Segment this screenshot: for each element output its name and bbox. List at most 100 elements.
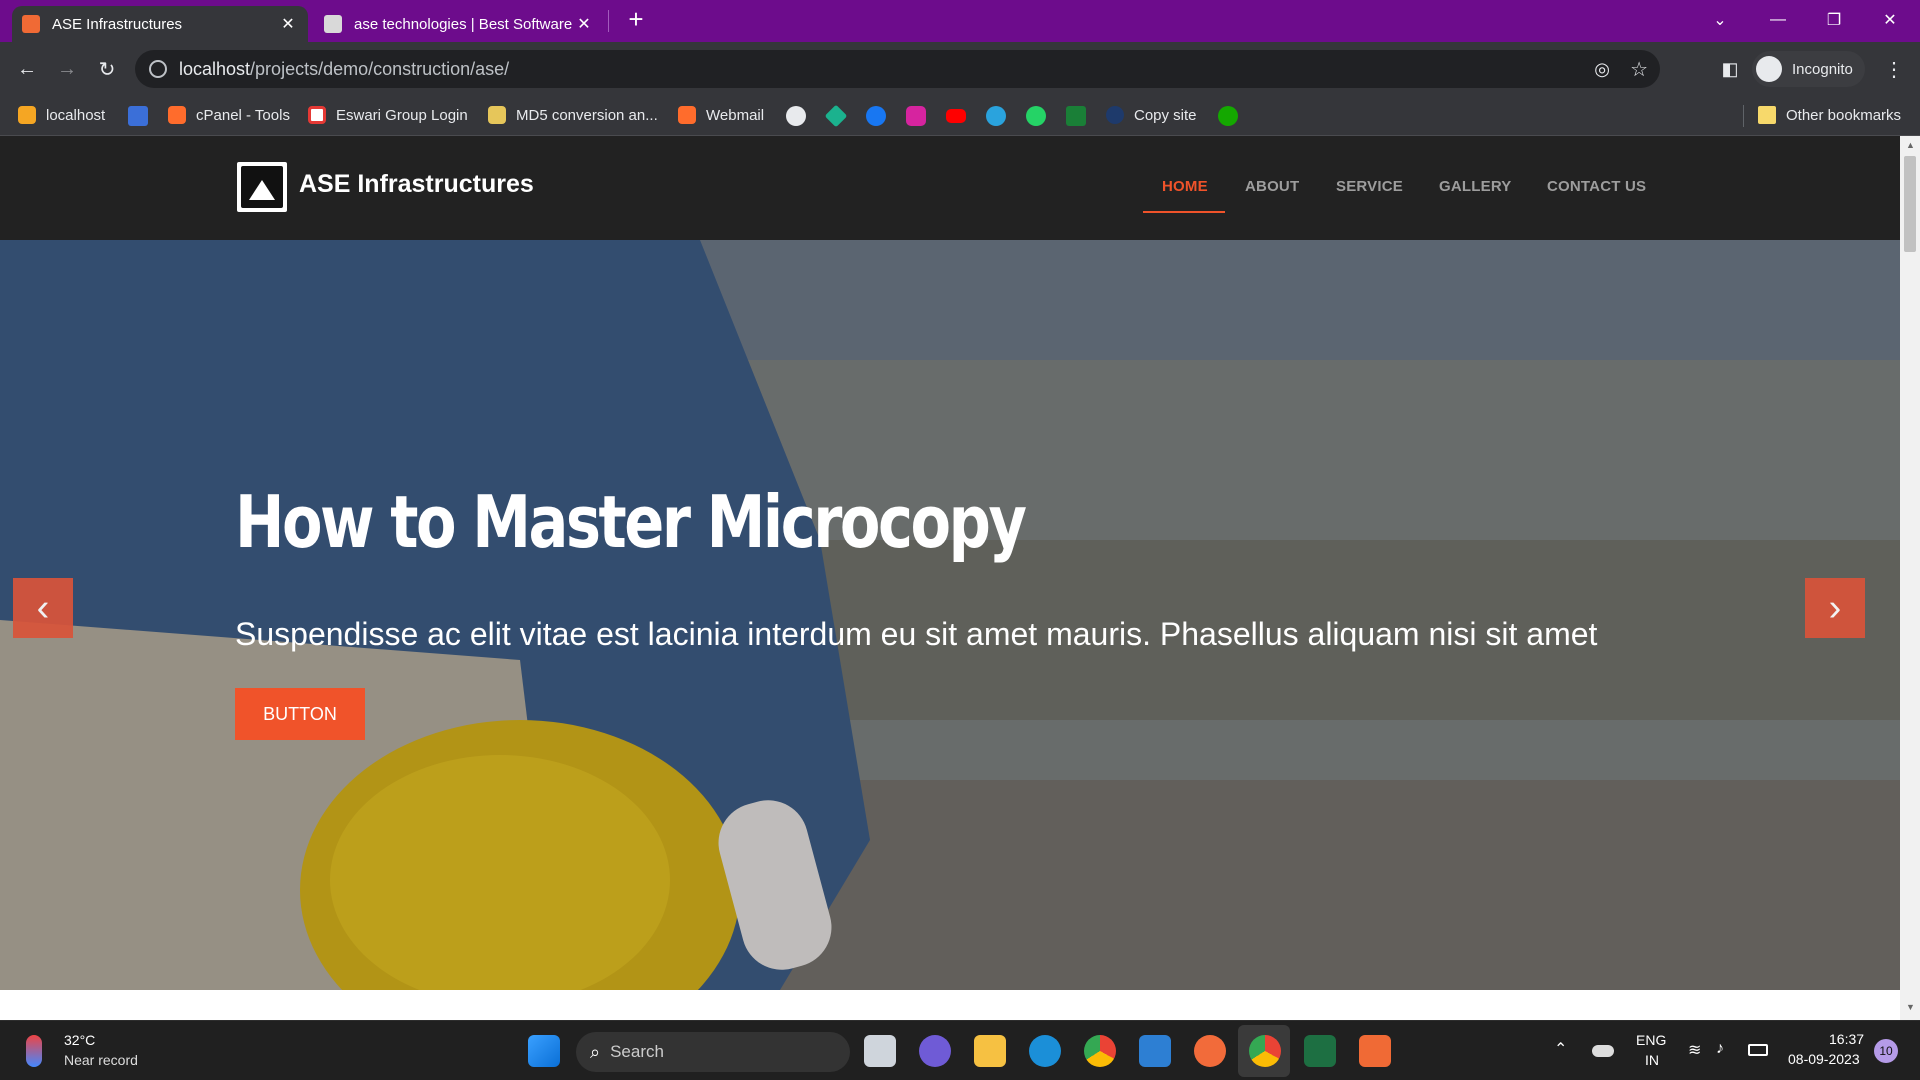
language-region[interactable]: IN [1645, 1052, 1659, 1068]
tab-divider [608, 10, 609, 32]
chrome-icon[interactable] [1084, 1035, 1116, 1067]
file-explorer-icon[interactable] [974, 1035, 1006, 1067]
eswari-icon [308, 106, 326, 124]
tab-search-icon[interactable]: ⌄ [1692, 0, 1748, 40]
new-tab-button[interactable]: + [622, 4, 650, 36]
upwork-icon[interactable] [1218, 106, 1238, 126]
hero-carousel: How to Master Microcopy Suspendisse ac e… [0, 240, 1900, 990]
brand-name[interactable]: ASE Infrastructures [299, 170, 534, 199]
incognito-profile-button[interactable]: Incognito [1752, 51, 1865, 87]
postman-icon[interactable] [1194, 1035, 1226, 1067]
bookmark-label: Copy site [1134, 106, 1197, 124]
onedrive-cloud-icon[interactable] [1592, 1045, 1614, 1057]
bookmark-label: MD5 conversion an... [516, 106, 658, 124]
search-icon: ⌕ [590, 1041, 601, 1062]
xampp-icon[interactable] [1359, 1035, 1391, 1067]
edge-icon[interactable] [1029, 1035, 1061, 1067]
weather-temp[interactable]: 32°C [64, 1032, 95, 1048]
telegram-icon[interactable] [986, 106, 1006, 126]
instagram-icon[interactable] [906, 106, 926, 126]
windows-start-icon[interactable] [528, 1035, 560, 1067]
tab-ase-infrastructures[interactable]: ASE Infrastructures ✕ [12, 6, 308, 42]
bookmark-eswari[interactable]: Eswari Group Login [308, 106, 468, 124]
bookmark-copy-site[interactable]: Copy site [1106, 106, 1197, 124]
bookmark-label: Other bookmarks [1786, 106, 1902, 124]
taskbar-search[interactable]: ⌕ Search [576, 1032, 850, 1072]
windows-taskbar: 32°C Near record ⌕ Search ⌃ ENG IN ≋ ♪ 1… [0, 1020, 1920, 1080]
carousel-next-button[interactable]: › [1805, 578, 1865, 638]
thermometer-icon[interactable] [26, 1035, 42, 1067]
close-tab-icon[interactable]: ✕ [278, 14, 298, 34]
bookmark-label: Eswari Group Login [336, 106, 468, 124]
bookmark-label: cPanel - Tools [196, 106, 290, 124]
forward-icon[interactable]: → [49, 51, 85, 87]
nav-service[interactable]: SERVICE [1336, 178, 1403, 195]
close-window-icon[interactable]: ✕ [1862, 0, 1918, 40]
wifi-icon[interactable]: ≋ [1688, 1040, 1701, 1060]
brand-logo-icon[interactable] [237, 162, 287, 212]
nav-about[interactable]: ABOUT [1245, 178, 1299, 195]
url-text[interactable]: localhost/projects/demo/construction/ase… [179, 59, 509, 80]
bookmarks-bar: localhost cPanel - Tools Eswari Group Lo… [0, 97, 1920, 136]
carousel-prev-button[interactable]: ‹ [13, 578, 73, 638]
diamond-icon[interactable] [824, 104, 848, 128]
reload-icon[interactable]: ↻ [89, 51, 125, 87]
teams-chat-icon[interactable] [919, 1035, 951, 1067]
whatsapp-icon[interactable] [1026, 106, 1046, 126]
notification-badge[interactable]: 10 [1874, 1039, 1898, 1063]
close-tab-icon[interactable]: ✕ [574, 14, 594, 34]
facebook-icon[interactable] [866, 106, 886, 126]
other-bookmarks[interactable]: Other bookmarks [1758, 106, 1901, 124]
weather-desc[interactable]: Near record [64, 1052, 138, 1068]
bookmark-cpanel[interactable]: cPanel - Tools [168, 106, 290, 124]
address-bar[interactable]: localhost/projects/demo/construction/ase… [135, 50, 1660, 88]
github-icon[interactable] [786, 106, 806, 126]
scroll-down-arrow-icon[interactable]: ▼ [1906, 1002, 1915, 1012]
tab-strip: ASE Infrastructures ✕ ase technologies |… [0, 0, 1920, 42]
excel-online-icon[interactable] [1066, 106, 1086, 126]
hero-background-image [0, 240, 1900, 990]
show-hidden-icons-chevron-icon[interactable]: ⌃ [1554, 1039, 1567, 1059]
clock-date[interactable]: 08-09-2023 [1788, 1051, 1860, 1067]
side-panel-icon[interactable]: ◧ [1712, 51, 1748, 87]
tab-title: ase technologies | Best Software [354, 15, 573, 33]
tab-ase-technologies[interactable]: ase technologies | Best Software ✕ [314, 6, 604, 42]
chrome-incognito-icon[interactable] [1249, 1035, 1281, 1067]
url-host: localhost [179, 58, 251, 79]
bookmark-localhost[interactable]: localhost [18, 106, 105, 124]
bookmark-star-icon[interactable]: ☆ [1630, 57, 1648, 82]
page-scrollbar[interactable]: ▲ ▼ [1900, 136, 1920, 1020]
restore-icon[interactable]: ❐ [1806, 0, 1862, 40]
language-primary[interactable]: ENG [1636, 1032, 1666, 1048]
task-view-icon[interactable] [864, 1035, 896, 1067]
excel-icon[interactable] [1304, 1035, 1336, 1067]
nav-contact-us[interactable]: CONTACT US [1547, 178, 1646, 195]
bookmark-webmail[interactable]: Webmail [678, 106, 764, 124]
url-path: /projects/demo/construction/ase/ [250, 58, 510, 79]
back-icon[interactable]: ← [9, 51, 45, 87]
xampp-icon [18, 106, 36, 124]
scroll-up-arrow-icon[interactable]: ▲ [1906, 140, 1915, 150]
volume-icon[interactable]: ♪ [1716, 1040, 1724, 1058]
minimize-icon[interactable]: — [1750, 0, 1806, 40]
hero-button[interactable]: BUTTON [235, 688, 365, 740]
cpanel-icon [168, 106, 186, 124]
key-icon [488, 106, 506, 124]
nav-home[interactable]: HOME [1162, 178, 1208, 195]
hero-subtitle: Suspendisse ac elit vitae est lacinia in… [235, 616, 1598, 652]
clock-time[interactable]: 16:37 [1829, 1031, 1864, 1047]
menu-kebab-icon[interactable]: ⋮ [1876, 51, 1912, 87]
tab-title: ASE Infrastructures [52, 15, 183, 33]
wordpress-icon [1106, 106, 1124, 124]
site-info-icon[interactable] [149, 60, 167, 78]
scrollbar-thumb[interactable] [1904, 156, 1916, 252]
battery-icon[interactable] [1748, 1044, 1768, 1056]
youtube-icon[interactable] [946, 109, 966, 123]
vscode-icon[interactable] [1139, 1035, 1171, 1067]
formidable-icon[interactable] [128, 106, 148, 126]
bookmark-md5[interactable]: MD5 conversion an... [488, 106, 658, 124]
eye-off-icon[interactable]: ◎ [1594, 59, 1610, 80]
nav-gallery[interactable]: GALLERY [1439, 178, 1512, 195]
cpanel-icon [678, 106, 696, 124]
incognito-icon [1756, 56, 1782, 82]
